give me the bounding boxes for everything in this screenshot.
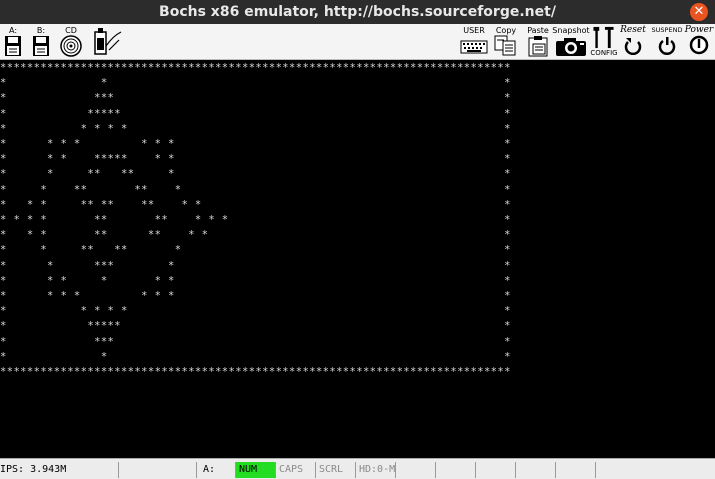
status-bar: IPS: 3.943M A: NUM CAPS SCRL HD:0-M [0,458,715,479]
window-title: Bochs x86 emulator, http://bochs.sourcef… [159,4,556,20]
status-cell-empty [595,462,715,478]
camera-icon [556,38,586,56]
caps-lock-indicator: CAPS [275,462,315,478]
paste-icon [528,36,548,57]
tools-icon [593,26,614,49]
suspend-icon [658,37,676,55]
user-label: USER [463,26,485,35]
floppy-b-label: B: [36,26,46,35]
status-cell-empty [555,462,595,478]
close-icon: ✕ [693,4,705,19]
window-titlebar: Bochs x86 emulator, http://bochs.sourcef… [0,0,715,24]
num-lock-indicator: NUM [235,462,275,478]
power-icon [689,35,709,55]
suspend-button[interactable]: SUSPEND [650,26,684,58]
scroll-lock-indicator: SCRL [315,462,355,478]
ips-indicator: IPS: 3.943M [0,464,67,475]
cdrom-button[interactable]: CD [59,26,83,58]
emulator-screen[interactable]: ****************************************… [0,61,715,458]
keyboard-icon [460,40,488,54]
status-cell-empty [515,462,555,478]
copy-label: Copy [495,26,517,35]
floppy-a-label: A: [8,26,18,35]
config-button[interactable]: CONFIG [589,26,619,58]
copy-button[interactable]: Copy [493,26,519,58]
floppy-b-button[interactable]: B: [31,26,51,58]
cdrom-icon [60,35,82,57]
hard-disk-indicator: HD:0-M [355,462,395,478]
close-button[interactable]: ✕ [690,3,708,21]
suspend-label: SUSPEND [651,26,683,34]
copy-icon [494,35,516,56]
floppy-icon [5,36,21,56]
reset-button[interactable]: Reset [620,26,646,58]
status-cell-empty [475,462,515,478]
screen-text: ****************************************… [0,62,511,379]
floppy-indicator: A: [196,462,234,478]
toolbar: A: B: CD USER Copy Paste Snapshot CONFIG… [0,24,715,60]
power-label: Power [684,25,714,35]
power-button[interactable]: Power [684,26,714,58]
paste-label: Paste [527,26,549,35]
usb-icon [94,28,122,55]
status-cell-empty [118,462,196,478]
snapshot-label: Snapshot [552,26,590,35]
cdrom-label: CD [65,26,77,35]
config-label: CONFIG [590,49,618,57]
snapshot-button[interactable]: Snapshot [552,26,590,58]
paste-button[interactable]: Paste [526,26,550,58]
user-button[interactable]: USER [459,26,489,58]
reset-label: Reset [620,25,646,35]
status-cell-empty [395,462,435,478]
status-cell-empty [435,462,475,478]
reset-icon [624,38,642,55]
floppy-icon [33,36,49,56]
floppy-a-button[interactable]: A: [3,26,23,58]
mouse-capture-button[interactable] [90,26,124,58]
